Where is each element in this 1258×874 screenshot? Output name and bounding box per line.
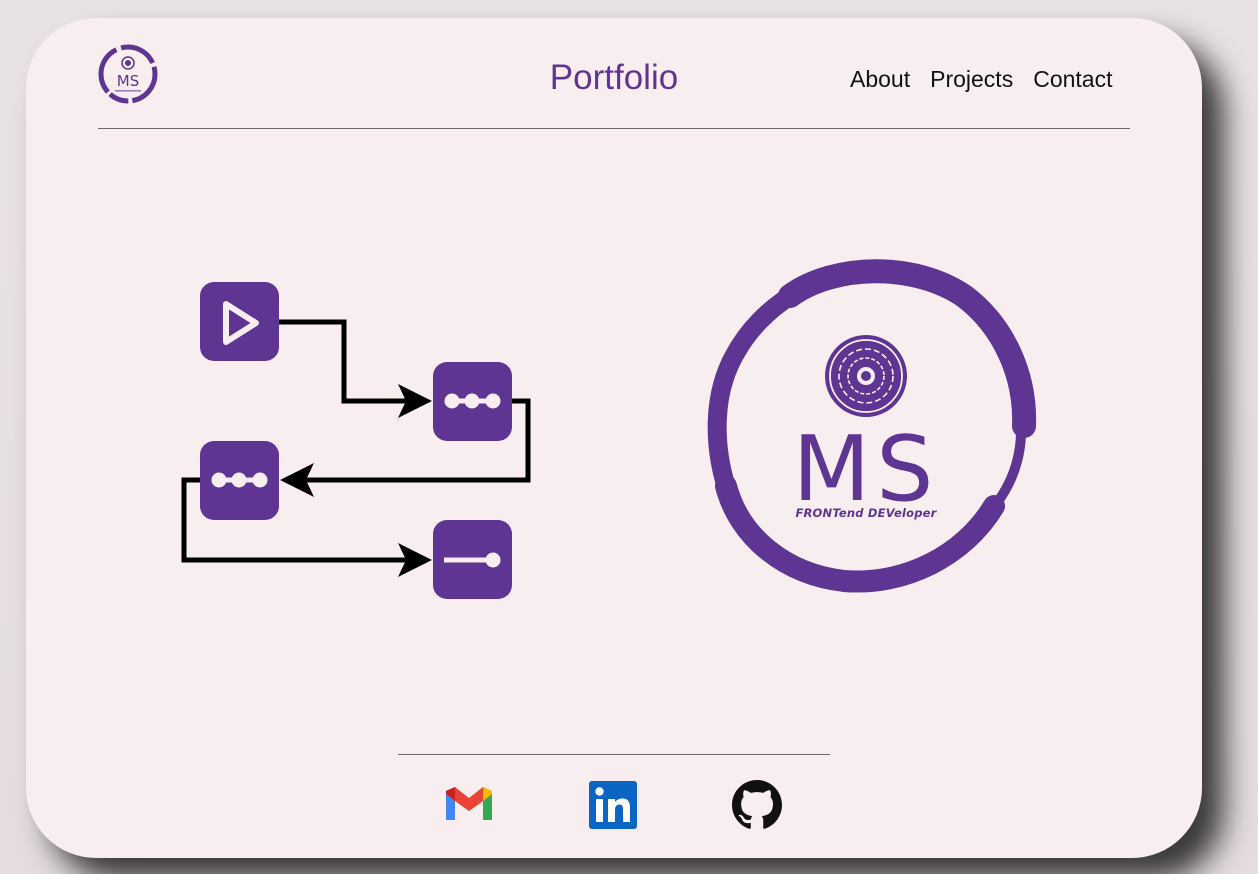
- header-divider: [98, 128, 1130, 129]
- brand-tagline: FRONTend DEVeloper: [795, 506, 937, 520]
- github-icon: [732, 780, 782, 829]
- dots-node-icon: [433, 362, 512, 441]
- portfolio-card: MS Portfolio About Projects Contact MS F…: [26, 18, 1202, 858]
- page-title: Portfolio: [549, 58, 679, 97]
- linkedin-link[interactable]: [588, 780, 638, 830]
- nav-about[interactable]: About: [850, 65, 910, 93]
- play-node-icon: [200, 282, 279, 361]
- github-link[interactable]: [732, 780, 782, 830]
- connector-line: [278, 319, 416, 404]
- main-nav: About Projects Contact: [850, 65, 1112, 93]
- nav-projects[interactable]: Projects: [930, 65, 1013, 93]
- nav-contact[interactable]: Contact: [1033, 65, 1112, 93]
- gmail-icon: [446, 787, 492, 820]
- footer-divider: [398, 754, 830, 755]
- end-node-icon: [433, 520, 512, 599]
- workflow-illustration: [176, 278, 536, 608]
- dots-node-icon: [200, 441, 279, 520]
- social-links: [444, 780, 784, 830]
- brand-logo: MS: [694, 256, 1040, 606]
- linkedin-icon: [589, 781, 637, 829]
- mandala-icon: [825, 335, 907, 417]
- logo-emblem-icon: MS: [98, 44, 158, 104]
- gmail-link[interactable]: [444, 780, 494, 830]
- site-logo[interactable]: MS: [96, 42, 160, 106]
- site-logo-text: MS: [117, 72, 139, 90]
